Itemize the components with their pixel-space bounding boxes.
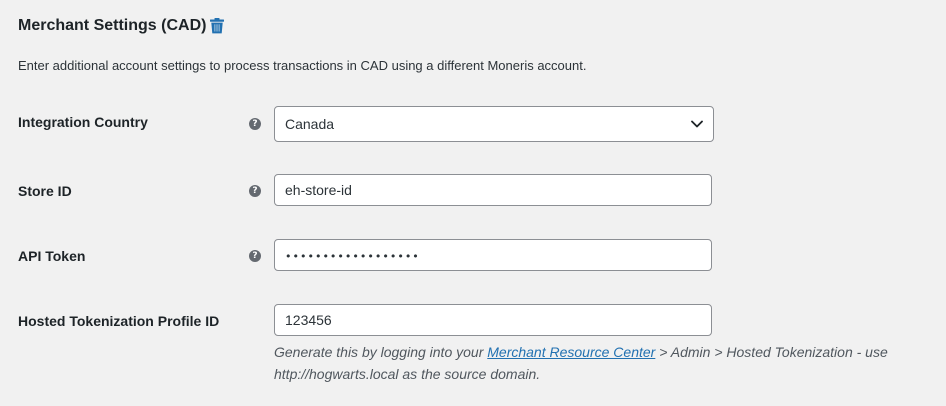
section-title: Merchant Settings (CAD): [18, 15, 225, 37]
hosted-tokenization-help-text: Generate this by logging into your Merch…: [274, 341, 946, 385]
store-id-label: Store ID: [18, 183, 72, 199]
section-title-text: Merchant Settings (CAD): [18, 17, 207, 34]
hosted-tokenization-label: Hosted Tokenization Profile ID: [18, 313, 220, 329]
section-description: Enter additional account settings to pro…: [18, 58, 587, 73]
store-id-input[interactable]: eh-store-id: [274, 174, 712, 206]
integration-country-value: Canada: [285, 116, 335, 132]
help-icon[interactable]: ?: [249, 118, 261, 130]
store-id-value: eh-store-id: [285, 182, 352, 198]
help-icon[interactable]: ?: [249, 250, 261, 262]
integration-country-label: Integration Country: [18, 114, 148, 130]
help-icon[interactable]: ?: [249, 185, 261, 197]
api-token-input[interactable]: ••••••••••••••••••: [274, 239, 712, 271]
api-token-label: API Token: [18, 248, 86, 264]
trash-icon[interactable]: [210, 18, 225, 34]
hosted-tokenization-value: 123456: [285, 312, 332, 328]
integration-country-select[interactable]: Canada: [274, 106, 714, 142]
chevron-down-icon: [691, 120, 703, 128]
merchant-resource-center-link[interactable]: Merchant Resource Center: [487, 344, 655, 360]
hosted-tokenization-input[interactable]: 123456: [274, 304, 712, 336]
api-token-value: ••••••••••••••••••: [285, 250, 420, 263]
help-text-prefix: Generate this by logging into your: [274, 344, 488, 360]
